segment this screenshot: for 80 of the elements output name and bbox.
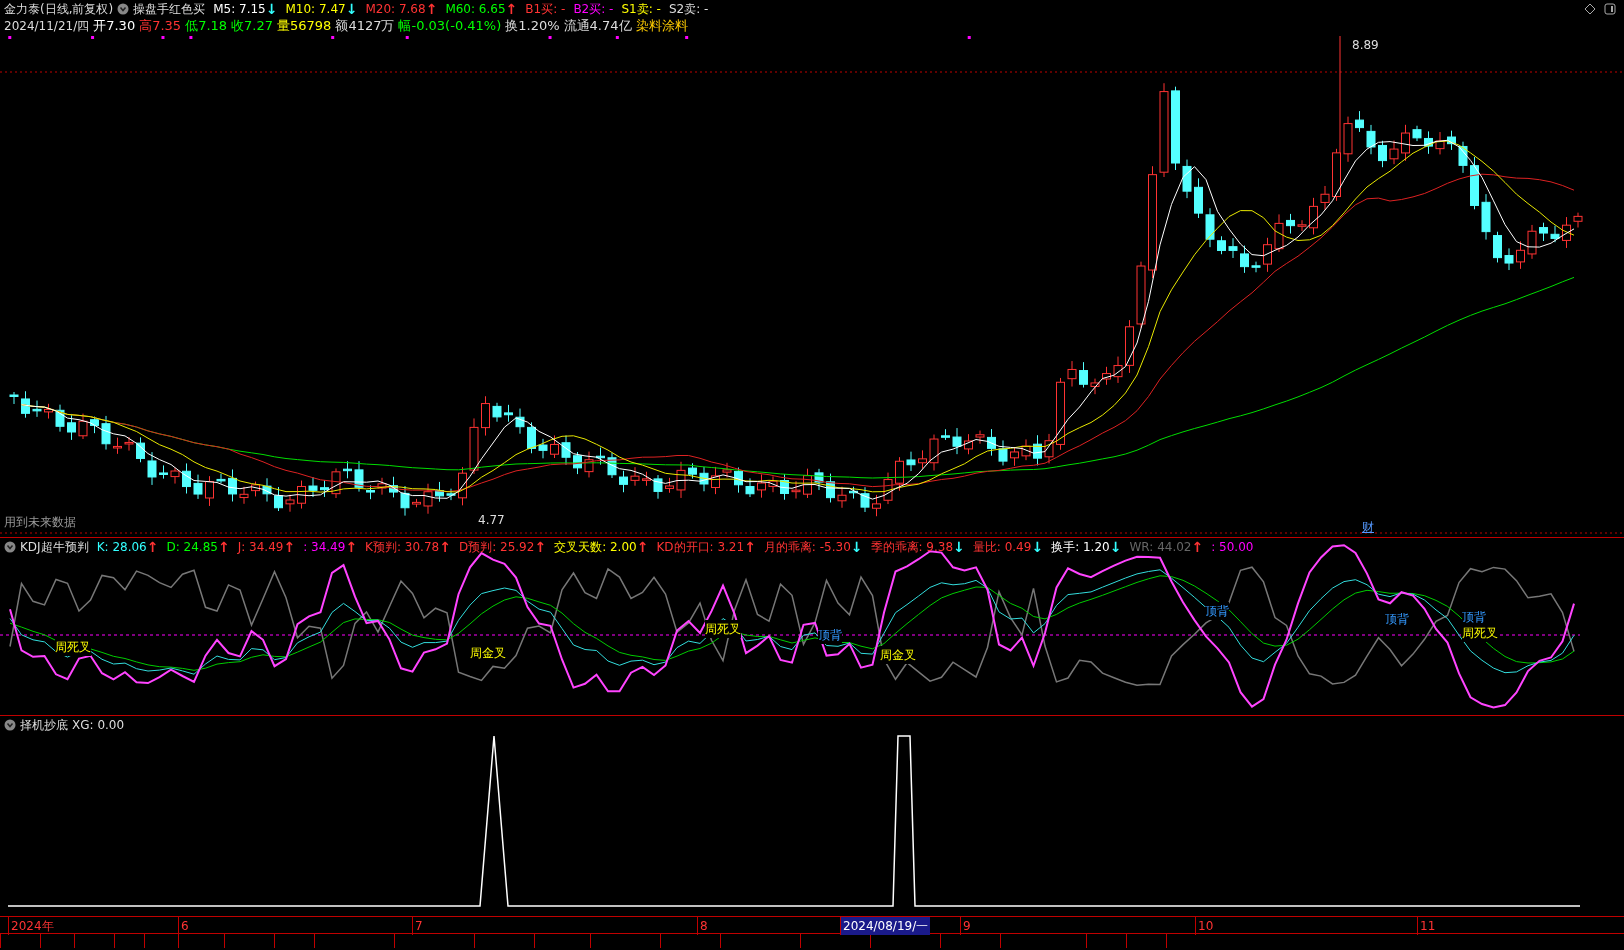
signal-label: 周死叉 bbox=[1462, 624, 1498, 642]
indicator-value: J: 34.49 bbox=[237, 539, 284, 556]
axis-label: 8 bbox=[697, 917, 710, 935]
trend-arrow: ↓ bbox=[953, 539, 965, 555]
signal-label: 周金叉 bbox=[470, 644, 506, 662]
trend-arrow: ↓ bbox=[1109, 539, 1122, 555]
indicator-value: M10: 7.47 bbox=[285, 1, 346, 18]
axis-label: 10 bbox=[1195, 917, 1216, 935]
axis-label: 9 bbox=[960, 917, 973, 935]
trend-arrow: ↑ bbox=[217, 539, 230, 555]
indicator-value: S1卖: - bbox=[621, 1, 661, 18]
quote-value: 收7.27 bbox=[231, 17, 274, 36]
quote-value: 低7.18 bbox=[185, 17, 228, 36]
indicator-value: M5: 7.15 bbox=[213, 1, 266, 18]
signal-label: 顶背 bbox=[818, 626, 842, 644]
indicator-value: 季的乖离: 9.38 bbox=[870, 539, 954, 556]
axis-label: 11 bbox=[1417, 917, 1438, 935]
indicator-value: 换手: 1.20 bbox=[1051, 539, 1110, 556]
trend-arrow: ↑ bbox=[425, 1, 438, 17]
trend-arrow: ↑ bbox=[744, 539, 756, 555]
panel-icon[interactable] bbox=[1604, 3, 1616, 15]
trend-arrow: ↓ bbox=[345, 1, 358, 17]
indicator-value: 月的乖离: -5.30 bbox=[763, 539, 851, 556]
collapse-icon[interactable] bbox=[4, 719, 16, 731]
indicator-value: D: 24.85 bbox=[166, 539, 218, 556]
low-price-label: 4.77 bbox=[478, 512, 505, 529]
axis-label: 6 bbox=[178, 917, 191, 935]
signal-label: 顶背 bbox=[1385, 610, 1409, 628]
quote-value: 幅-0.03(-0.41%) bbox=[398, 17, 502, 36]
date-text: 2024/11/21/四 bbox=[4, 18, 90, 35]
axis-label: 2024/08/19/一 bbox=[840, 917, 931, 935]
indicator-value: K预判: 30.78 bbox=[365, 539, 440, 556]
indicator-value: K: 28.06 bbox=[96, 539, 147, 556]
quote-value: 量56798 bbox=[277, 17, 332, 36]
trend-arrow: ↑ bbox=[345, 539, 358, 555]
trend-arrow: ↑ bbox=[439, 539, 451, 555]
chart-title: 金力泰(日线,前复权) bbox=[4, 1, 114, 18]
indicator-value: M20: 7.68 bbox=[365, 1, 426, 18]
high-price-label: 8.89 bbox=[1352, 37, 1379, 54]
indicator-value: B2买: - bbox=[573, 1, 614, 18]
trend-arrow: ↓ bbox=[265, 1, 278, 17]
indicator-value: 交叉天数: 2.00 bbox=[554, 539, 637, 556]
indicator-name: KDJ超牛预判 bbox=[20, 539, 89, 556]
quote-value: 开7.30 bbox=[93, 17, 136, 36]
indicator-name: 择机抄底 bbox=[20, 717, 68, 734]
quote-value: 染料涂料 bbox=[635, 17, 688, 36]
signal-label: 周死叉 bbox=[705, 620, 741, 638]
quote-value: 换1.20% bbox=[505, 17, 560, 36]
finance-marker: 财 bbox=[1362, 519, 1374, 536]
indicator-value: : 34.49 bbox=[303, 539, 346, 556]
indicator-value: D预判: 25.92 bbox=[458, 539, 535, 556]
axis-label: 2024年 bbox=[8, 917, 56, 935]
trend-arrow: ↑ bbox=[534, 539, 547, 555]
quote-value: 高7.35 bbox=[139, 17, 182, 36]
indicator-name: 操盘手红色买 bbox=[133, 1, 206, 18]
indicator-value: B1买: - bbox=[525, 1, 566, 18]
trend-arrow: ↑ bbox=[1191, 539, 1204, 555]
indicator-value: M60: 6.65 bbox=[445, 1, 506, 18]
collapse-icon[interactable] bbox=[117, 3, 130, 15]
trend-arrow: ↓ bbox=[1031, 539, 1044, 555]
trend-arrow: ↑ bbox=[505, 1, 518, 17]
indicator-value: KD的开口: 3.21 bbox=[656, 539, 745, 556]
signal-label: 周死叉 bbox=[55, 638, 91, 656]
quote-value: 额4127万 bbox=[335, 17, 395, 36]
trend-arrow: ↑ bbox=[283, 539, 296, 555]
indicator-value: WR: 44.02 bbox=[1129, 539, 1192, 556]
future-data-note: 用到未来数据 bbox=[4, 514, 76, 531]
collapse-icon[interactable] bbox=[4, 541, 16, 553]
axis-label: 7 bbox=[412, 917, 425, 935]
trend-arrow: ↑ bbox=[636, 539, 649, 555]
indicator-value: : 50.00 bbox=[1211, 539, 1254, 556]
quote-value: 流通4.74亿 bbox=[563, 17, 632, 36]
trend-arrow: ↑ bbox=[146, 539, 159, 555]
diamond-icon[interactable] bbox=[1584, 3, 1596, 15]
signal-label: 周金叉 bbox=[880, 646, 916, 664]
trend-arrow: ↓ bbox=[850, 539, 863, 555]
indicator-value: S2卖: - bbox=[668, 1, 709, 18]
indicator-value: 量比: 0.49 bbox=[972, 539, 1032, 556]
signal-label: 顶背 bbox=[1205, 602, 1229, 620]
indicator-value: XG: 0.00 bbox=[72, 717, 125, 734]
